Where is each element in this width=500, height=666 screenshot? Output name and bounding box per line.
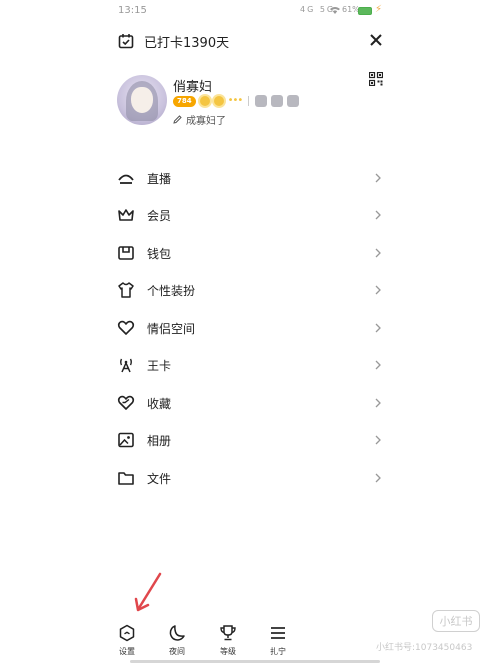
sun-badge-icon xyxy=(199,96,210,106)
live-icon xyxy=(118,174,134,184)
menu-item-files[interactable]: 文件 xyxy=(110,460,390,496)
menu-icon xyxy=(271,627,285,639)
battery-icon xyxy=(358,7,372,15)
tab-label-settings: 设置 xyxy=(119,647,135,656)
tab-label-night-mode: 夜间 xyxy=(169,647,185,656)
tab-label-level: 等级 xyxy=(220,647,236,656)
crown-icon xyxy=(118,209,134,221)
watermark-text: 小红书号:1073450463 xyxy=(376,643,473,653)
heart-icon xyxy=(117,320,135,335)
menu-label-vip: 会员 xyxy=(147,208,172,223)
menu-item-dress-up[interactable]: 个性装扮 xyxy=(110,272,390,308)
wallet-icon xyxy=(118,246,134,260)
menu-label-live: 直播 xyxy=(147,171,172,186)
chevron-right-icon xyxy=(375,285,381,295)
chevron-right-icon xyxy=(375,473,381,483)
menu-item-album[interactable]: 相册 xyxy=(110,422,390,458)
menu-label-files: 文件 xyxy=(147,471,172,486)
checkin-text: 已打卡1390天 xyxy=(144,35,230,51)
avatar-face xyxy=(131,87,153,113)
menu-item-favorites[interactable]: 收藏 xyxy=(110,385,390,421)
folder-icon xyxy=(118,472,134,485)
shirt-icon xyxy=(118,282,134,298)
close-icon[interactable] xyxy=(366,30,386,50)
menu-item-couple-space[interactable]: 情侣空间 xyxy=(110,310,390,346)
moon-icon xyxy=(169,625,185,641)
chevron-right-icon xyxy=(375,360,381,370)
menu-item-live[interactable]: 直播 xyxy=(110,160,390,196)
medal-icon xyxy=(287,95,300,107)
pen-icon xyxy=(173,115,182,124)
nickname[interactable]: 俏寡妇 xyxy=(173,76,212,95)
chevron-right-icon xyxy=(375,248,381,258)
signature-text: 成寡妇了 xyxy=(186,116,226,127)
chevron-right-icon xyxy=(375,210,381,220)
tab-more[interactable]: 扎宁 xyxy=(258,624,298,657)
badge-row[interactable]: 784 ••• xyxy=(173,95,300,107)
charging-icon: ⚡ xyxy=(375,4,383,15)
chevron-right-icon xyxy=(375,173,381,183)
settings-icon xyxy=(119,624,135,642)
chevron-right-icon xyxy=(375,435,381,445)
status-time: 13:15 xyxy=(118,5,147,16)
more-dots-icon: ••• xyxy=(227,95,244,106)
menu-label-favorites: 收藏 xyxy=(147,396,172,411)
level-badge[interactable]: 784 xyxy=(173,95,196,107)
menu-label-album: 相册 xyxy=(147,433,172,448)
menu-label-wallet: 钱包 xyxy=(147,246,172,261)
tab-night-mode[interactable]: 夜间 xyxy=(157,624,197,657)
tab-settings[interactable]: 设置 xyxy=(107,624,147,657)
signal-tower-icon xyxy=(120,358,132,373)
medal-icon xyxy=(271,95,284,107)
sun-badge-icon xyxy=(213,96,224,106)
menu-item-king-card[interactable]: 王卡 xyxy=(110,347,390,383)
watermark-logo: 小红书 xyxy=(432,610,480,632)
calendar-check-icon xyxy=(118,34,134,49)
badge-divider xyxy=(248,96,250,106)
avatar[interactable] xyxy=(117,75,167,125)
chevron-right-icon xyxy=(375,398,381,408)
annotation-arrow-icon xyxy=(134,572,162,612)
menu-item-vip[interactable]: 会员 xyxy=(110,197,390,233)
signature-row[interactable]: 成寡妇了 xyxy=(173,112,226,127)
photo-album-icon xyxy=(118,432,134,448)
favorite-icon xyxy=(117,395,135,410)
wifi-icon xyxy=(330,7,340,14)
menu-label-dress-up: 个性装扮 xyxy=(147,283,196,298)
menu-item-wallet[interactable]: 钱包 xyxy=(110,235,390,271)
menu-label-king-card: 王卡 xyxy=(147,358,172,373)
tab-label-more: 扎宁 xyxy=(270,647,286,656)
trophy-icon xyxy=(220,625,236,641)
checkin-row[interactable]: 已打卡1390天 xyxy=(118,30,229,52)
profile-card[interactable]: 俏寡妇 784 ••• 成寡妇了 xyxy=(117,73,397,133)
qr-code-icon[interactable] xyxy=(369,72,383,86)
status-bar: 13:15 4G 5G 61% ⚡ xyxy=(0,0,500,22)
medal-icon xyxy=(255,95,268,107)
menu-label-couple-space: 情侣空间 xyxy=(147,321,196,336)
tab-level[interactable]: 等级 xyxy=(208,624,248,657)
chevron-right-icon xyxy=(375,323,381,333)
home-indicator[interactable] xyxy=(130,660,380,663)
